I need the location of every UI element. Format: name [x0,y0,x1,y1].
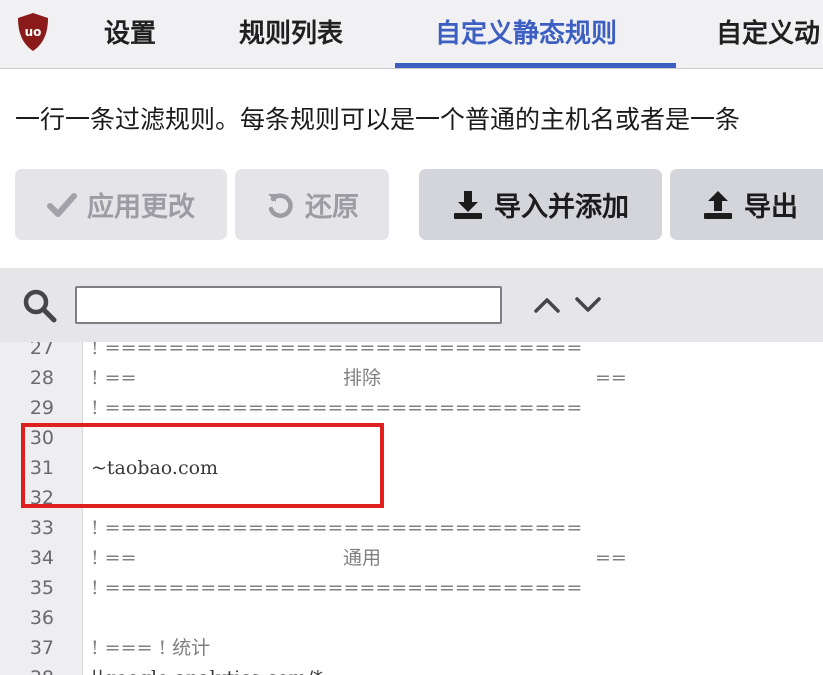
highlight-box [21,423,384,508]
revert-button[interactable]: 还原 [235,169,389,240]
line-number: 28 [29,367,54,389]
ublock-shield-icon: uo [18,13,48,51]
apply-changes-label: 应用更改 [87,192,195,222]
undo-icon [268,192,293,218]
chevron-up-icon[interactable] [532,292,562,318]
download-icon [454,190,482,219]
export-button[interactable]: 导出 [670,169,823,240]
line-number: 27 [29,342,54,359]
export-label: 导出 [744,192,798,222]
tab-my-rules[interactable]: 自定义动 [716,0,820,68]
line-number: 37 [29,637,54,659]
import-append-button[interactable]: 导入并添加 [419,169,662,240]
line-number: 36 [29,607,54,629]
code-token: ! == [91,367,137,389]
filter-editor[interactable]: 27 ! ============================== 28 !… [0,342,823,675]
line-number: 38 [0,663,54,675]
code-line[interactable]: ! == 通用 == [91,543,791,573]
code-line[interactable]: ||google-analytics.com/* [91,663,323,675]
active-tab-indicator [395,63,676,68]
search-input[interactable] [75,286,502,324]
code-line[interactable]: ! ============================== [91,342,582,363]
line-number: 34 [29,547,54,569]
import-append-label: 导入并添加 [494,192,629,222]
code-line[interactable]: ! ============================== [91,393,582,423]
tab-filter-lists[interactable]: 规则列表 [239,0,343,68]
search-icon [23,289,57,323]
revert-label: 还原 [305,192,359,222]
line-number: 29 [29,397,54,419]
code-line[interactable]: ! ============================== [91,573,582,603]
code-token: 排除 [343,367,382,389]
line-number: 33 [29,517,54,539]
code-token: ! == [91,547,137,569]
code-token: == [595,547,627,569]
page-description: 一行一条过滤规则。每条规则可以是一个普通的主机名或者是一条 [15,106,741,134]
gutter-divider [82,342,83,675]
code-token: == [595,367,627,389]
checkmark-icon [47,192,77,217]
tab-my-filters[interactable]: 自定义静态规则 [435,0,617,68]
code-token: 通用 [343,547,382,569]
svg-text:uo: uo [25,25,42,39]
tab-settings[interactable]: 设置 [104,0,156,68]
apply-changes-button[interactable]: 应用更改 [15,169,227,240]
code-line[interactable]: ! ============================== [91,513,582,543]
code-line[interactable]: ! == 排除 == [91,363,791,393]
line-number: 35 [29,577,54,599]
chevron-down-icon[interactable] [573,292,603,318]
code-line[interactable]: ! === ! 统计 [91,633,210,663]
upload-icon [704,190,732,219]
